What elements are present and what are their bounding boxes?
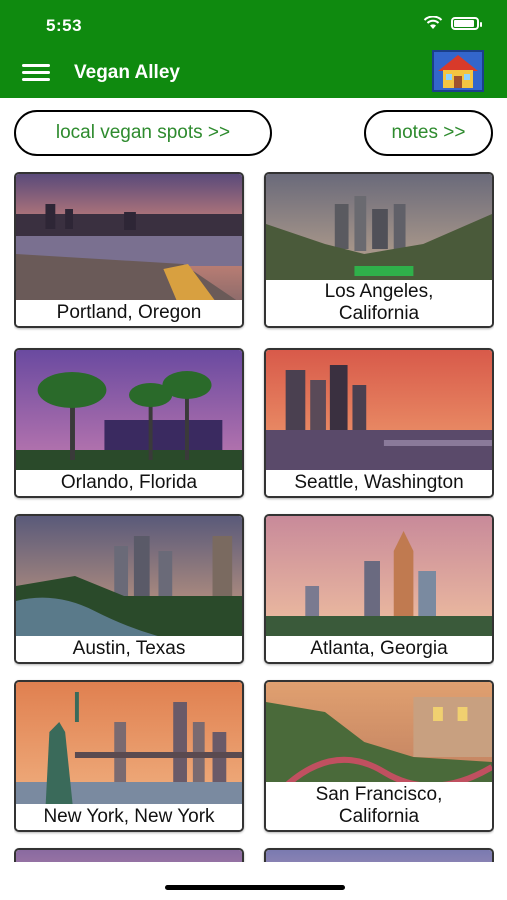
home-indicator[interactable] [165,885,345,890]
city-photo [266,850,492,862]
city-name: Atlanta, Georgia [266,636,492,662]
city-photo [16,516,242,640]
notes-button[interactable]: notes >> [364,110,493,156]
city-name: Seattle, Washington [266,470,492,496]
wifi-icon [423,16,443,29]
city-card-partial[interactable] [14,848,244,862]
city-photo [266,516,492,640]
battery-icon [451,16,482,30]
city-name: Portland, Oregon [16,300,242,326]
city-photo [266,174,492,284]
city-photo [16,174,242,304]
status-time: 5:53 [46,16,83,35]
city-card-partial[interactable] [264,848,494,862]
city-card-portland[interactable]: Portland, Oregon [14,172,244,328]
city-photo [16,350,242,474]
city-card-austin[interactable]: Austin, Texas [14,514,244,664]
city-card-san-francisco[interactable]: San Francisco, California [264,680,494,832]
city-name: San Francisco, California [266,782,492,830]
home-icon[interactable] [432,50,484,92]
city-name: New York, New York [16,804,242,830]
city-card-atlanta[interactable]: Atlanta, Georgia [264,514,494,664]
city-card-los-angeles[interactable]: Los Angeles, California [264,172,494,328]
city-photo [266,350,492,474]
app-title: Vegan Alley [74,62,180,83]
menu-icon[interactable] [22,64,50,82]
city-grid: Portland, Oregon Los Angeles, California [14,172,494,862]
city-card-seattle[interactable]: Seattle, Washington [264,348,494,498]
city-card-orlando[interactable]: Orlando, Florida [14,348,244,498]
status-icons [423,16,482,30]
city-card-new-york[interactable]: New York, New York [14,680,244,832]
city-name: Orlando, Florida [16,470,242,496]
city-photo [16,850,242,862]
city-name: Austin, Texas [16,636,242,662]
bottom-safe-area [0,862,507,900]
city-name: Los Angeles, California [266,280,492,326]
app-header: 5:53 Vegan Alley [0,0,507,98]
city-photo [16,682,242,808]
city-photo [266,682,492,786]
local-vegan-spots-button[interactable]: local vegan spots >> [14,110,272,156]
